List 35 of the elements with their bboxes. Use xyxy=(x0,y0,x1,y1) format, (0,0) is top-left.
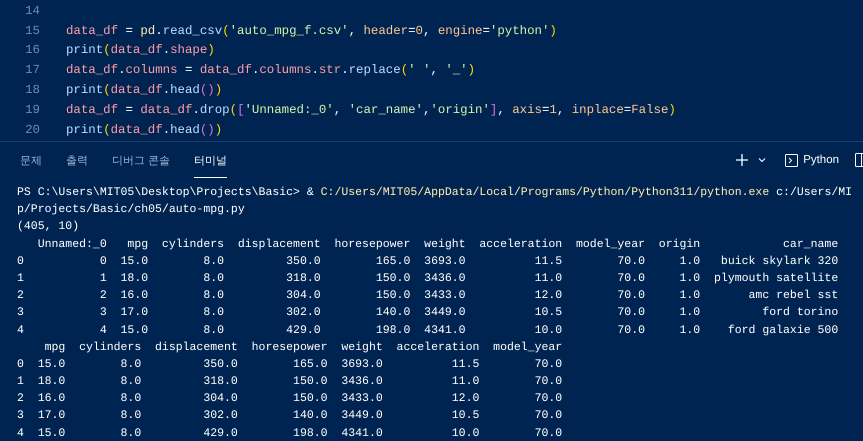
code-line: print(data_df.shape) xyxy=(66,43,215,58)
panel-tab[interactable]: 문제 xyxy=(20,142,42,178)
line-number: 15 xyxy=(24,24,40,38)
line-number: 17 xyxy=(24,63,40,78)
terminal-line: 4 15.0 8.0 429.0 198.0 4341.0 10.0 70.0 xyxy=(17,426,564,441)
line-number: 18 xyxy=(24,83,40,98)
line-number: 20 xyxy=(24,122,40,137)
code-line: data_df.columns = data_df.columns.str.replace(' ', '_') xyxy=(66,63,476,78)
terminal-line: mpg cylinders displacement horesepower weight acceleration model_year xyxy=(44,340,564,356)
terminal-line: 0 15.0 8.0 350.0 165.0 3693.0 11.5 70.0 xyxy=(17,356,564,373)
terminal-line: Unnamed:_0 mpg cylinders displacement horesepower weight acceleration model_year origin car_name xyxy=(36,236,840,253)
terminal-button[interactable]: Python xyxy=(781,152,843,168)
code-line: print(data_df.head()) xyxy=(66,122,222,137)
split-icon[interactable] xyxy=(853,151,863,169)
code-line: print(data_df.head()) xyxy=(66,83,222,98)
panel-tab[interactable]: 출력 xyxy=(66,142,88,178)
code-line: data_df = pd.read_csv('auto_mpg_f.csv', header=0, engine='python') xyxy=(66,24,557,38)
terminal-line: PS C:\Users\MIT05\Desktop\Projects\Basic> & C:/Users/MIT05/AppData/Local/Programs/Python/Python311/python.exe c:/Users/MI xyxy=(17,185,854,201)
line-number: 14 xyxy=(24,4,40,18)
terminal-line: 3 17.0 8.0 302.0 140.0 3449.0 10.5 70.0 xyxy=(17,408,564,424)
line-number: 16 xyxy=(24,43,40,58)
terminal-icon xyxy=(785,154,798,166)
terminal-line: 2 16.0 8.0 304.0 150.0 3433.0 12.0 70.0 xyxy=(17,391,564,408)
terminal-line: 1 18.0 8.0 318.0 150.0 3436.0 11.0 70.0 xyxy=(17,374,564,390)
terminal-line: 4 4 15.0 8.0 429.0 198.0 4341.0 10.0 70.0 1.0 ford galaxie 500 xyxy=(17,322,840,338)
line-number: 19 xyxy=(24,102,40,117)
panel-tab[interactable]: 터미널 xyxy=(194,142,228,178)
terminal-line: 2 2 16.0 8.0 304.0 150.0 3433.0 12.0 70.0 1.0 amc rebel sst xyxy=(17,288,840,304)
terminal-line: 1 1 18.0 8.0 318.0 150.0 3436.0 11.0 70.0 1.0 plymouth satellite xyxy=(17,270,840,287)
terminal-line: 3 3 17.0 8.0 302.0 140.0 3449.0 10.5 70.0 1.0 ford torino xyxy=(17,305,840,322)
terminal-line: (405, 10) xyxy=(17,219,80,236)
terminal-line: 0 0 15.0 8.0 350.0 165.0 3693.0 11.5 70.0 1.0 buick skylark 320 xyxy=(17,254,840,270)
code-line: data_df = data_df.drop(['Unnamed:_0', 'car_name','origin'], axis=1, inplace=False) xyxy=(66,102,676,117)
panel-tab[interactable]: 디버그 콘솔 xyxy=(112,142,170,178)
terminal-line: p/Projects/Basic/ch05/auto-mpg.py xyxy=(17,202,246,218)
